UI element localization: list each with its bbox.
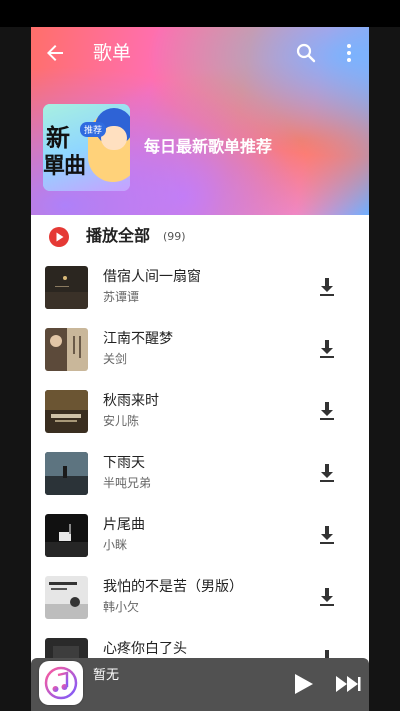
fast-forward-icon[interactable] bbox=[335, 674, 361, 694]
song-artist: 韩小欠 bbox=[103, 600, 140, 614]
music-app-icon bbox=[39, 661, 83, 705]
song-artist: 安儿陈 bbox=[103, 414, 140, 428]
song-count: (99) bbox=[163, 230, 186, 243]
app-header: 歌单 bbox=[31, 27, 369, 79]
playlist-headline: 每日最新歌单推荐 bbox=[144, 137, 273, 156]
song-row[interactable]: 江南不醒梦 关剑 bbox=[31, 323, 369, 385]
song-row[interactable]: 下雨天 半吨兄弟 bbox=[31, 447, 369, 509]
now-playing-text: 暂无 bbox=[93, 668, 120, 683]
song-row[interactable]: 秋雨来时 安儿陈 bbox=[31, 385, 369, 447]
song-title: 秋雨来时 bbox=[103, 393, 159, 409]
playlist-hero: 歌单 新 單曲 推荐 每日最新歌单推荐 bbox=[31, 27, 369, 215]
status-bar bbox=[0, 0, 400, 27]
song-row[interactable]: 我怕的不是苦（男版） 韩小欠 bbox=[31, 571, 369, 633]
play-all-label[interactable]: 播放全部 bbox=[86, 225, 150, 247]
download-icon[interactable] bbox=[317, 524, 337, 546]
back-arrow-icon[interactable] bbox=[43, 41, 67, 65]
playlist-cover-image: 新 單曲 推荐 bbox=[43, 104, 130, 191]
song-title: 片尾曲 bbox=[103, 517, 145, 533]
play-circle-icon[interactable] bbox=[49, 227, 69, 247]
song-cover-thumb bbox=[45, 328, 88, 371]
play-icon[interactable] bbox=[291, 672, 315, 696]
song-artist: 半吨兄弟 bbox=[103, 476, 152, 490]
song-cover-thumb bbox=[45, 576, 88, 619]
cover-text-line2: 單曲 bbox=[43, 154, 86, 179]
search-icon[interactable] bbox=[294, 41, 318, 65]
more-vertical-icon[interactable] bbox=[337, 41, 361, 65]
song-title: 借宿人间一扇窗 bbox=[103, 269, 201, 285]
song-cover-thumb bbox=[45, 266, 88, 309]
song-cover-thumb bbox=[45, 514, 88, 557]
mini-player[interactable]: 暂无 bbox=[31, 658, 369, 711]
download-icon[interactable] bbox=[317, 338, 337, 360]
song-cover-thumb bbox=[45, 452, 88, 495]
page-title: 歌单 bbox=[93, 42, 132, 64]
download-icon[interactable] bbox=[317, 462, 337, 484]
song-title: 心疼你白了头 bbox=[103, 641, 187, 657]
download-icon[interactable] bbox=[317, 586, 337, 608]
song-artist: 关剑 bbox=[103, 352, 128, 366]
song-cover-thumb bbox=[45, 390, 88, 433]
play-all-bar[interactable]: 播放全部 (99) bbox=[31, 215, 369, 261]
song-artist: 小眯 bbox=[103, 538, 128, 552]
song-artist: 苏谭谭 bbox=[103, 290, 140, 304]
download-icon[interactable] bbox=[317, 276, 337, 298]
song-title: 下雨天 bbox=[103, 455, 145, 471]
song-row[interactable]: 片尾曲 小眯 bbox=[31, 509, 369, 571]
app-screen: 歌单 新 單曲 推荐 每日最新歌单推荐 播放全部 (99) 借宿人间一扇窗 苏谭… bbox=[31, 27, 369, 711]
song-row[interactable]: 借宿人间一扇窗 苏谭谭 bbox=[31, 261, 369, 323]
song-title: 江南不醒梦 bbox=[103, 331, 173, 347]
download-icon[interactable] bbox=[317, 400, 337, 422]
song-title: 我怕的不是苦（男版） bbox=[103, 579, 243, 595]
cover-tag: 推荐 bbox=[80, 122, 107, 137]
